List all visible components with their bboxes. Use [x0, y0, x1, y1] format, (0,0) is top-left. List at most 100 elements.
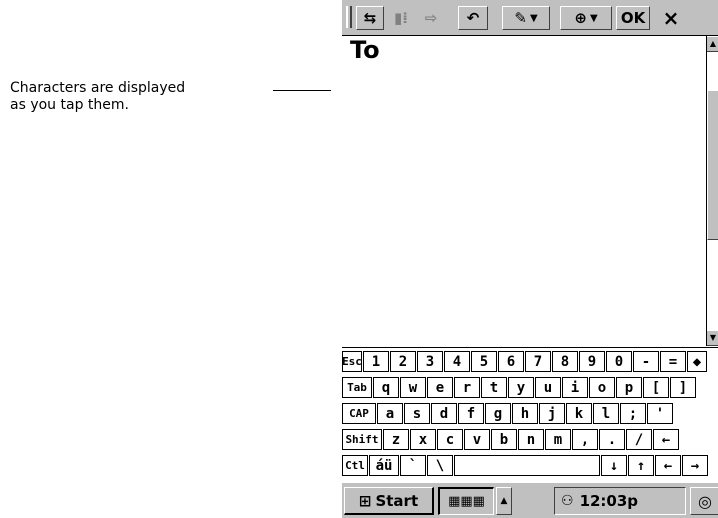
- callout-annotation: Characters are displayed as you tap them…: [10, 80, 185, 114]
- key-cap-r2k0[interactable]: CAP: [342, 403, 376, 424]
- key-t-r1k5[interactable]: t: [481, 377, 507, 398]
- callout-line-2: as you tap them.: [10, 97, 129, 113]
- key-equals-r0k12[interactable]: =: [660, 351, 686, 372]
- ok-button[interactable]: OK: [616, 6, 650, 30]
- format-toggle-button[interactable]: ⇆: [356, 6, 384, 30]
- key-backtick-r4k2[interactable]: `: [400, 455, 426, 476]
- key-k-r2k8[interactable]: k: [566, 403, 592, 424]
- key-quote-r2k11[interactable]: ': [647, 403, 673, 424]
- key-c-r3k3[interactable]: c: [437, 429, 463, 450]
- chevron-up-icon: ▲: [500, 496, 508, 506]
- key-i-r1k8[interactable]: i: [562, 377, 588, 398]
- key-accents-r4k1[interactable]: áü: [369, 455, 399, 476]
- key-left-bracket-r1k11[interactable]: [: [643, 377, 669, 398]
- key-comma-r3k8[interactable]: ,: [572, 429, 598, 450]
- key-v-r3k4[interactable]: v: [464, 429, 490, 450]
- clock[interactable]: 12:03p: [580, 492, 638, 510]
- key-f-r2k4[interactable]: f: [458, 403, 484, 424]
- key-z-r3k1[interactable]: z: [383, 429, 409, 450]
- key-period-r3k9[interactable]: .: [599, 429, 625, 450]
- key-backslash-r4k3[interactable]: \: [427, 455, 453, 476]
- key-o-r1k9[interactable]: o: [589, 377, 615, 398]
- key-d-r2k3[interactable]: d: [431, 403, 457, 424]
- key-minus-r0k11[interactable]: -: [633, 351, 659, 372]
- desktop-button[interactable]: ◎: [690, 487, 718, 515]
- key-a-r2k1[interactable]: a: [377, 403, 403, 424]
- undo-button[interactable]: ↶: [458, 6, 488, 30]
- key-u-r1k7[interactable]: u: [535, 377, 561, 398]
- key-3-r0k3[interactable]: 3: [417, 351, 443, 372]
- start-label: Start: [375, 491, 419, 510]
- key-y-r1k6[interactable]: y: [508, 377, 534, 398]
- soft-keyboard: Esc 1 2 3 4 5 6 7 8 9 0- = ◆ Tab q w e r t y u i o p[] CAP a s d f g h…: [342, 347, 718, 483]
- key-b-r3k5[interactable]: b: [491, 429, 517, 450]
- document-area[interactable]: [344, 36, 706, 346]
- key-9-r0k9[interactable]: 9: [579, 351, 605, 372]
- pen-tool-icon: ✎: [514, 9, 527, 27]
- key-w-r1k2[interactable]: w: [400, 377, 426, 398]
- app-toolbar: ⇆ ▮⁞ ⇨ ↶ ✎ ▼ ⊕ ▼ OK ×: [342, 0, 718, 36]
- key-s-r2k2[interactable]: s: [404, 403, 430, 424]
- key-m-r3k7[interactable]: m: [545, 429, 571, 450]
- document-text[interactable]: To: [350, 36, 380, 64]
- taskbar: ⊞ Start ▦▦▦ ▲ ⚇ 12:03p ◎: [342, 482, 718, 518]
- indent-right-icon: ⇨: [424, 9, 438, 27]
- scroll-thumb[interactable]: [707, 90, 718, 240]
- key-h-r2k6[interactable]: h: [512, 403, 538, 424]
- key-r-r1k4[interactable]: r: [454, 377, 480, 398]
- close-icon: ×: [662, 6, 680, 30]
- key-semicolon-r2k10[interactable]: ;: [620, 403, 646, 424]
- scroll-down-arrow-icon[interactable]: ▼: [707, 330, 718, 346]
- key-j-r2k7[interactable]: j: [539, 403, 565, 424]
- key-e-r1k3[interactable]: e: [427, 377, 453, 398]
- system-tray: ⚇ 12:03p: [554, 487, 686, 515]
- key-p-r1k10[interactable]: p: [616, 377, 642, 398]
- connection-icon[interactable]: ⚇: [561, 493, 574, 509]
- chevron-down-icon: ▼: [529, 12, 538, 24]
- key-backspace-r0k13[interactable]: ◆: [687, 351, 707, 372]
- start-button[interactable]: ⊞ Start: [344, 487, 434, 515]
- key-right-bracket-r1k12[interactable]: ]: [670, 377, 696, 398]
- callout-pointer-line: [273, 90, 331, 91]
- indent-left-icon: ▮⁞: [394, 9, 408, 27]
- key-up-arrow-r4k6[interactable]: ↑: [628, 455, 654, 476]
- toolbar-grip[interactable]: [346, 6, 352, 28]
- key-slash-r3k10[interactable]: /: [626, 429, 652, 450]
- keyboard-icon: ▦▦▦: [448, 494, 485, 509]
- key-esc-r0k0[interactable]: Esc: [342, 351, 362, 372]
- key-7-r0k7[interactable]: 7: [525, 351, 551, 372]
- key-5-r0k5[interactable]: 5: [471, 351, 497, 372]
- key-shift-r3k0[interactable]: Shift: [342, 429, 382, 450]
- key-2-r0k2[interactable]: 2: [390, 351, 416, 372]
- key-8-r0k8[interactable]: 8: [552, 351, 578, 372]
- key-tab-r1k0[interactable]: Tab: [342, 377, 372, 398]
- key-0-r0k10[interactable]: 0: [606, 351, 632, 372]
- key-space-r4k4[interactable]: [454, 455, 600, 476]
- key-l-r2k9[interactable]: l: [593, 403, 619, 424]
- key-4-r0k4[interactable]: 4: [444, 351, 470, 372]
- pen-tool-button[interactable]: ✎ ▼: [502, 6, 550, 30]
- key-g-r2k5[interactable]: g: [485, 403, 511, 424]
- input-method-arrow-button[interactable]: ▲: [496, 487, 512, 515]
- key-left-arrow-r3k11[interactable]: ←: [653, 429, 679, 450]
- key-left-arrow-r4k7[interactable]: ←: [655, 455, 681, 476]
- key-down-arrow-r4k5[interactable]: ↓: [601, 455, 627, 476]
- key-right-arrow-r4k8[interactable]: →: [682, 455, 708, 476]
- windows-flag-icon: ⊞: [358, 491, 372, 510]
- key-1-r0k1[interactable]: 1: [363, 351, 389, 372]
- key-q-r1k1[interactable]: q: [373, 377, 399, 398]
- key-n-r3k6[interactable]: n: [518, 429, 544, 450]
- input-panel-button[interactable]: ▦▦▦: [438, 487, 494, 515]
- scroll-up-arrow-icon[interactable]: ▲: [707, 36, 718, 52]
- close-button[interactable]: ×: [656, 6, 686, 30]
- key-ctl-r4k0[interactable]: Ctl: [342, 455, 368, 476]
- zoom-button[interactable]: ⊕ ▼: [560, 6, 612, 30]
- vertical-scrollbar[interactable]: ▲ ▼: [706, 36, 718, 346]
- key-6-r0k6[interactable]: 6: [498, 351, 524, 372]
- chevron-down-icon: ▼: [589, 12, 598, 24]
- undo-icon: ↶: [466, 9, 480, 27]
- key-x-r3k2[interactable]: x: [410, 429, 436, 450]
- indent-right-button[interactable]: ⇨: [418, 6, 444, 30]
- callout-line-1: Characters are displayed: [10, 80, 186, 96]
- indent-left-button[interactable]: ▮⁞: [386, 6, 416, 30]
